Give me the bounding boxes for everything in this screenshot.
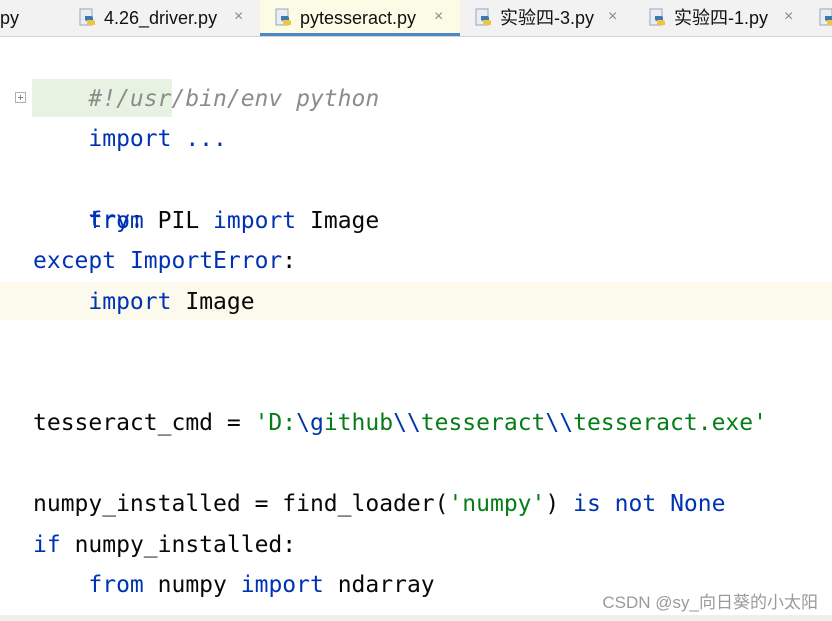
var-numpy-installed: numpy_installed (33, 491, 241, 517)
keyword-if: if (33, 532, 61, 558)
close-paren: ) (545, 491, 560, 517)
python-file-icon (79, 8, 95, 26)
string-escape: \\ (545, 410, 574, 436)
close-icon[interactable]: × (434, 6, 443, 28)
string-numpy: 'numpy' (448, 491, 546, 517)
tab-r-py[interactable]: r.py (0, 0, 60, 36)
python-file-icon (475, 8, 491, 26)
close-icon[interactable]: × (234, 6, 243, 28)
keyword-import: import (240, 572, 324, 598)
folded-import[interactable]: import ... (88, 126, 226, 152)
code-line[interactable]: if numpy_installed: (33, 525, 296, 565)
keyword-is: is (573, 491, 601, 517)
colon: : (282, 248, 297, 274)
string-escape: \g (296, 410, 324, 436)
var-numpy-installed: numpy_installed (74, 532, 283, 558)
code-line[interactable]: tesseract_cmd = 'D:\github\\tesseract\\t… (33, 403, 767, 443)
code-line[interactable]: import ... (33, 79, 226, 152)
python-file-icon (275, 8, 291, 26)
module-numpy: numpy (157, 572, 227, 598)
close-icon[interactable]: × (608, 6, 617, 28)
keyword-none: None (670, 491, 726, 517)
tab-label: 4.26_driver.py (104, 8, 218, 28)
module-pil: PIL (157, 208, 200, 234)
gutter[interactable] (0, 37, 22, 621)
string-part: tesseract.exe' (573, 410, 767, 436)
python-file-icon[interactable] (818, 8, 832, 28)
tab-label: 实验四-1.py (674, 8, 769, 28)
name-image: Image (310, 208, 380, 234)
keyword-from: from (88, 572, 144, 598)
code-line[interactable]: import Image (33, 282, 255, 322)
tab-experiment-4-1[interactable]: 实验四-1.py × (636, 0, 808, 36)
code-line[interactable]: numpy_installed = find_loader('numpy') i… (33, 484, 725, 524)
horizontal-scrollbar[interactable] (0, 615, 832, 621)
tab-label: 实验四-3.py (500, 8, 595, 28)
colon: : (282, 532, 297, 558)
name-ndarray: ndarray (337, 572, 435, 598)
close-icon[interactable]: × (784, 6, 793, 28)
keyword-except: except (33, 248, 117, 274)
string-escape: \\ (393, 410, 421, 436)
var-tesseract-cmd: tesseract_cmd (33, 410, 214, 436)
keyword-from: from (88, 208, 144, 234)
keyword-import: import (88, 289, 172, 315)
tab-label: r.py (0, 8, 20, 28)
code-line[interactable]: from PIL import Image (33, 201, 379, 241)
tab-4-26-driver[interactable]: 4.26_driver.py × (70, 0, 258, 36)
editor-tab-bar: r.py 4.26_driver.py × pytesseract.py × 实… (0, 0, 832, 37)
code-line[interactable]: try: (33, 160, 143, 233)
builtin-importerror: ImportError (129, 248, 283, 274)
assign-op: = (213, 410, 255, 436)
code-line[interactable]: except ImportError: (33, 241, 296, 281)
code-line[interactable]: #!/usr/bin/env python (33, 39, 379, 112)
tab-label: pytesseract.py (300, 8, 417, 28)
keyword-not: not (614, 491, 657, 517)
keyword-import: import (213, 208, 297, 234)
tab-experiment-4-3[interactable]: 实验四-3.py × (462, 0, 634, 36)
string-part: tesseract (420, 410, 546, 436)
code-line[interactable]: from numpy import ndarray (33, 565, 435, 605)
string-part: 'D: (254, 410, 297, 436)
tab-pytesseract[interactable]: pytesseract.py × (260, 0, 460, 36)
assign-op: = (240, 491, 283, 517)
python-file-icon (649, 8, 665, 26)
code-editor[interactable]: #!/usr/bin/env python import ... try: fr… (0, 37, 832, 621)
string-part: ithub (323, 410, 394, 436)
call-find-loader: find_loader( (282, 491, 449, 517)
fold-expand-icon[interactable] (15, 92, 26, 103)
name-image: Image (185, 289, 255, 315)
watermark-text: CSDN @sy_向日葵的小太阳 (602, 593, 818, 612)
